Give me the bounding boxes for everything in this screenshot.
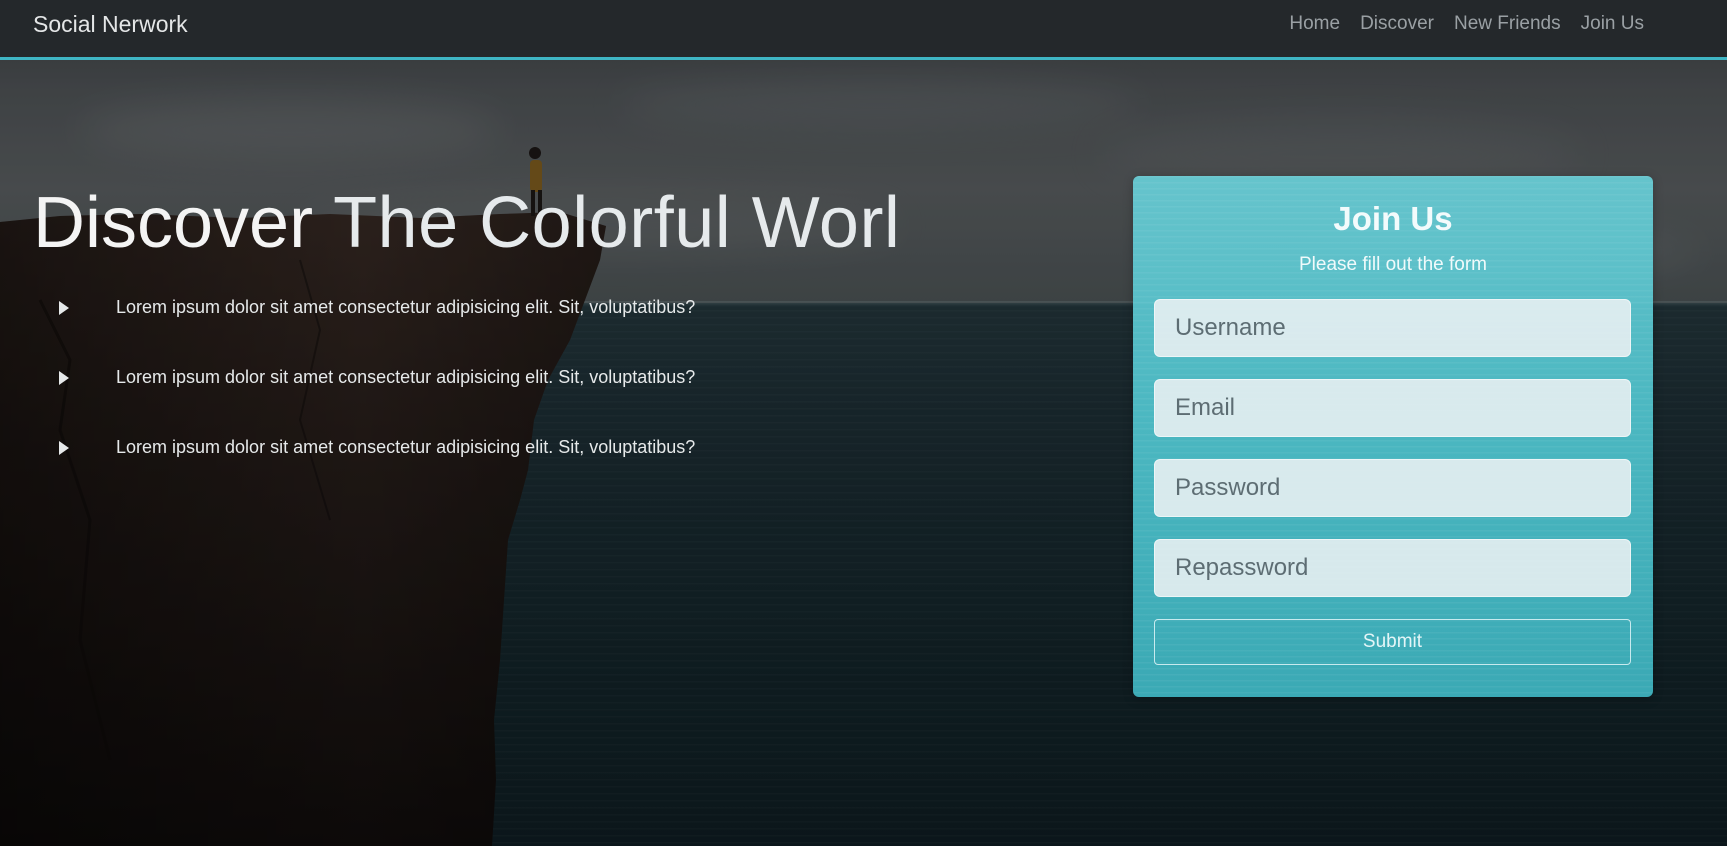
form-subtitle: Please fill out the form bbox=[1299, 254, 1487, 275]
hero-title: Discover The Colorful Worl bbox=[33, 178, 900, 268]
list-item-text: Lorem ipsum dolor sit amet consectetur a… bbox=[116, 367, 696, 387]
nav-link-home[interactable]: Home bbox=[1289, 13, 1340, 35]
hero-title-light: The Colorful Worl bbox=[333, 183, 901, 263]
brand-link[interactable]: Social Nerwork bbox=[33, 11, 188, 38]
nav-link-discover[interactable]: Discover bbox=[1360, 13, 1434, 35]
list-item: Lorem ipsum dolor sit amet consectetur a… bbox=[56, 362, 695, 393]
page: Social Nerwork Home Discover New Friends… bbox=[0, 0, 1727, 846]
feature-list: Lorem ipsum dolor sit amet consectetur a… bbox=[56, 292, 695, 502]
submit-button[interactable]: Submit bbox=[1154, 619, 1631, 665]
join-form-card: Join Us Please fill out the form Submit bbox=[1133, 176, 1653, 697]
repassword-field[interactable] bbox=[1154, 539, 1631, 597]
email-field[interactable] bbox=[1154, 379, 1631, 437]
list-item-text: Lorem ipsum dolor sit amet consectetur a… bbox=[116, 437, 696, 457]
caret-right-icon bbox=[59, 300, 69, 315]
list-item: Lorem ipsum dolor sit amet consectetur a… bbox=[56, 292, 695, 323]
list-item-text: Lorem ipsum dolor sit amet consectetur a… bbox=[116, 297, 696, 317]
nav-link-join-us[interactable]: Join Us bbox=[1581, 13, 1644, 35]
hero-title-bold: Discover bbox=[33, 183, 314, 263]
navbar: Social Nerwork Home Discover New Friends… bbox=[0, 0, 1727, 60]
form-title: Join Us bbox=[1333, 200, 1453, 237]
password-field[interactable] bbox=[1154, 459, 1631, 517]
list-item: Lorem ipsum dolor sit amet consectetur a… bbox=[56, 432, 695, 463]
caret-right-icon bbox=[59, 370, 69, 385]
caret-right-icon bbox=[59, 440, 69, 455]
nav-link-new-friends[interactable]: New Friends bbox=[1454, 13, 1561, 35]
username-field[interactable] bbox=[1154, 299, 1631, 357]
nav-links: Home Discover New Friends Join Us bbox=[1289, 13, 1644, 35]
